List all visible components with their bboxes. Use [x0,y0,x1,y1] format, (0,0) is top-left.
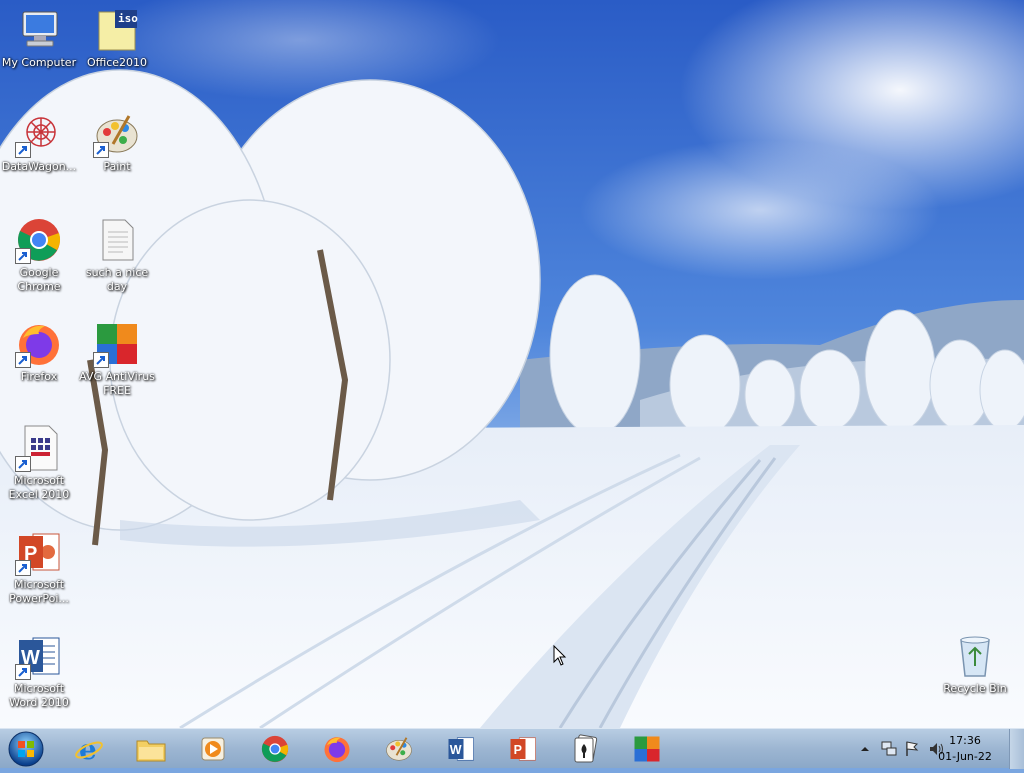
clock-time: 17:36 [949,734,981,747]
desktop-icon-label: Recycle Bin [943,682,1007,695]
desktop-icon-text-file[interactable]: such a nice day [78,216,156,294]
paint-icon [93,110,141,158]
desktop-icon-label: AVG AntiVirus FREE [79,370,155,397]
desktop-icon-datawagon[interactable]: DataWagon... [0,110,78,174]
desktop-icon-label: DataWagon... [1,160,77,173]
excel-icon [15,424,63,472]
shortcut-arrow-icon [93,142,109,158]
taskbar-paint[interactable] [372,731,426,767]
shortcut-arrow-icon [15,248,31,264]
folder-icon [136,740,166,762]
word-icon: W [448,737,474,761]
recycle-bin-icon [951,632,999,680]
shortcut-arrow-icon [15,664,31,680]
desktop-icon-label: Microsoft PowerPoi... [9,578,69,605]
desktop-icon-recycle-bin[interactable]: Recycle Bin [936,632,1014,696]
action-center-flag-icon[interactable] [904,740,920,758]
svg-text:P: P [514,743,522,757]
solitaire-icon [574,734,598,763]
word-icon: W [15,632,63,680]
taskbar: e W P 17:36 01-Jun-22 [0,728,1024,769]
shortcut-arrow-icon [93,352,109,368]
taskbar-media-player[interactable] [186,731,240,767]
desktop-icon-excel[interactable]: Microsoft Excel 2010 [0,424,78,502]
mouse-cursor-icon [553,645,567,666]
taskbar-word[interactable]: W [434,731,488,767]
shortcut-arrow-icon [15,560,31,576]
desktop-icon-avg[interactable]: AVG AntiVirus FREE [78,320,156,398]
internet-explorer-icon: e [75,734,103,764]
desktop-icon-label: Firefox [20,370,58,383]
system-tray: 17:36 01-Jun-22 [824,729,1024,769]
show-hidden-icons-icon[interactable] [860,744,870,754]
taskbar-internet-explorer[interactable]: e [62,731,116,767]
powerpoint-icon: P [15,528,63,576]
desktop-icon-label: My Computer [1,56,77,69]
paint-icon [386,737,412,761]
avg-icon [93,320,141,368]
datawagon-icon [15,110,63,158]
taskbar-powerpoint[interactable]: P [496,731,550,767]
desktop-icon-word[interactable]: W Microsoft Word 2010 [0,632,78,710]
taskbar-chrome[interactable] [248,731,302,767]
shortcut-arrow-icon [15,142,31,158]
shortcut-arrow-icon [15,456,31,472]
show-desktop-button[interactable] [1009,729,1024,769]
desktop-icon-label: Microsoft Word 2010 [9,682,69,709]
clock-date: 01-Jun-22 [938,750,992,763]
taskbar-solitaire[interactable] [558,731,612,767]
taskbar-firefox[interactable] [310,731,364,767]
svg-text:W: W [450,743,462,757]
desktop-icon-office2010[interactable]: iso Office2010 [78,6,156,70]
desktop-icon-label: Office2010 [86,56,148,69]
iso-badge: iso [118,12,138,25]
desktop-icon-powerpoint[interactable]: P Microsoft PowerPoi... [0,528,78,606]
desktop-icon-google-chrome[interactable]: Google Chrome [0,216,78,294]
computer-icon [15,6,63,54]
powerpoint-icon: P [510,737,536,761]
desktop-icon-my-computer[interactable]: My Computer [0,6,78,70]
desktop-icon-label: Microsoft Excel 2010 [8,474,70,501]
clock[interactable]: 17:36 01-Jun-22 [930,733,1000,765]
media-player-icon [201,737,225,761]
start-button[interactable] [6,730,46,768]
desktop-icon-label: Google Chrome [17,266,61,293]
windows-logo-icon [8,731,44,767]
desktop-icon-label: Paint [103,160,131,173]
text-file-icon [93,216,141,264]
iso-file-icon: iso [93,6,141,54]
desktop-icon-label: such a nice day [85,266,149,293]
taskbar-file-explorer[interactable] [124,731,178,767]
taskbar-avg[interactable] [620,731,674,767]
firefox-icon [15,320,63,368]
network-icon[interactable] [880,740,898,758]
chrome-icon [15,216,63,264]
desktop-icon-firefox[interactable]: Firefox [0,320,78,384]
chrome-icon [261,735,289,763]
desktop-icon-paint[interactable]: Paint [78,110,156,174]
shortcut-arrow-icon [15,352,31,368]
avg-icon [634,736,660,762]
firefox-icon [324,737,350,763]
